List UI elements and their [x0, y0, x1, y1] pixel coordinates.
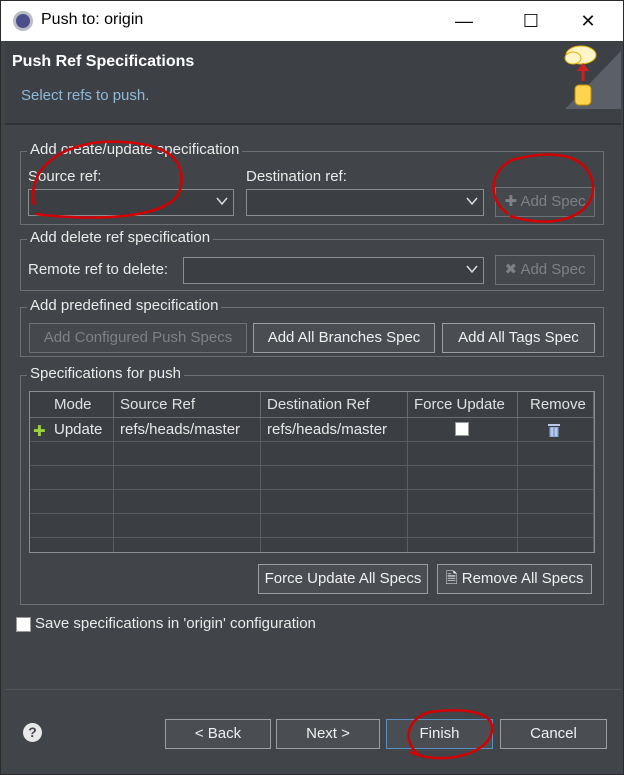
empty-cell	[30, 466, 114, 490]
row-mode: Update	[30, 418, 114, 442]
remote-ref-combo[interactable]	[183, 257, 484, 284]
empty-cell	[261, 538, 408, 552]
empty-cell	[30, 514, 114, 538]
empty-cell	[261, 466, 408, 490]
specs-for-push-legend: Specifications for push	[27, 365, 184, 382]
chevron-down-icon	[216, 197, 228, 206]
empty-cell	[30, 538, 114, 552]
row-remove-cell	[518, 418, 594, 442]
empty-cell	[518, 514, 594, 538]
empty-cell	[518, 538, 594, 552]
specs-table: Mode Source Ref Destination Ref Force Up…	[29, 391, 595, 553]
add-spec-label: Add Spec	[520, 193, 586, 210]
column-header-source-ref[interactable]: Source Ref	[114, 392, 261, 418]
delete-x-icon: ✖	[504, 261, 518, 278]
column-header-force-update[interactable]: Force Update	[408, 392, 518, 418]
force-update-checkbox[interactable]	[455, 422, 469, 436]
row-destination-ref: refs/heads/master	[261, 418, 408, 442]
page-title: Push Ref Specifications	[12, 53, 195, 70]
empty-cell	[261, 490, 408, 514]
header-separator	[5, 123, 621, 125]
add-configured-push-specs-button[interactable]: Add Configured Push Specs	[29, 323, 247, 353]
remote-ref-label: Remote ref to delete:	[28, 261, 169, 278]
trash-icon[interactable]	[548, 423, 560, 437]
next-button[interactable]: Next >	[276, 719, 380, 749]
add-spec-button[interactable]: ✚ Add Spec	[495, 187, 595, 217]
row-force-update-cell	[408, 418, 518, 442]
page-subtitle: Select refs to push.	[21, 87, 150, 104]
remove-all-specs-label: Remove All Specs	[461, 570, 584, 587]
cancel-button[interactable]: Cancel	[500, 719, 607, 749]
source-ref-label: Source ref:	[28, 168, 102, 185]
add-all-branches-spec-button[interactable]: Add All Branches Spec	[253, 323, 435, 353]
empty-cell	[408, 538, 518, 552]
row-source-ref: refs/heads/master	[114, 418, 261, 442]
help-icon[interactable]: ?	[23, 723, 42, 742]
empty-cell	[518, 442, 594, 466]
plus-icon: ✚	[504, 193, 518, 210]
empty-cell	[30, 490, 114, 514]
push-cloud-icon	[564, 45, 621, 109]
finish-button[interactable]: Finish	[386, 719, 493, 749]
maximize-button[interactable]: ☐	[508, 1, 554, 41]
empty-cell	[261, 514, 408, 538]
destination-ref-combo[interactable]	[246, 189, 484, 216]
add-delete-spec-label: Add Spec	[520, 261, 586, 278]
empty-cell	[114, 538, 261, 552]
source-ref-combo[interactable]	[28, 189, 234, 216]
remove-all-specs-button[interactable]: 🗎 Remove All Specs	[437, 564, 592, 594]
empty-cell	[408, 514, 518, 538]
destination-ref-label: Destination ref:	[246, 168, 347, 185]
close-button[interactable]: ✕	[565, 1, 611, 41]
force-update-all-specs-button[interactable]: Force Update All Specs	[258, 564, 428, 594]
empty-cell	[518, 490, 594, 514]
add-all-tags-spec-button[interactable]: Add All Tags Spec	[442, 323, 595, 353]
wizard-header: Push Ref Specifications Select refs to p…	[5, 41, 621, 123]
footer-separator	[5, 689, 621, 690]
empty-cell	[261, 442, 408, 466]
eclipse-icon	[13, 11, 33, 31]
column-header-remove[interactable]: Remove	[518, 392, 594, 418]
add-delete-spec-button[interactable]: ✖ Add Spec	[495, 255, 595, 285]
empty-cell	[114, 442, 261, 466]
document-icon: 🗎	[445, 570, 458, 587]
empty-cell	[114, 490, 261, 514]
save-config-checkbox[interactable]	[16, 617, 31, 632]
empty-cell	[518, 466, 594, 490]
dialog-window: Push to: origin — ☐ ✕ Push Ref Specifica…	[0, 0, 624, 775]
chevron-down-icon	[466, 197, 478, 206]
minimize-button[interactable]: —	[441, 1, 487, 41]
empty-cell	[408, 466, 518, 490]
empty-cell	[408, 442, 518, 466]
column-header-mode[interactable]: Mode	[30, 392, 114, 418]
empty-cell	[114, 514, 261, 538]
title-bar: Push to: origin — ☐ ✕	[1, 1, 623, 41]
create-spec-legend: Add create/update specification	[27, 141, 243, 158]
back-button[interactable]: < Back	[165, 719, 271, 749]
chevron-down-icon	[466, 265, 478, 274]
empty-cell	[114, 466, 261, 490]
save-config-label: Save specifications in 'origin' configur…	[35, 615, 316, 632]
window-title: Push to: origin	[41, 11, 144, 28]
empty-cell	[30, 442, 114, 466]
column-header-destination-ref[interactable]: Destination Ref	[261, 392, 408, 418]
delete-spec-legend: Add delete ref specification	[27, 229, 214, 246]
predefined-spec-legend: Add predefined specification	[27, 297, 222, 314]
empty-cell	[408, 490, 518, 514]
